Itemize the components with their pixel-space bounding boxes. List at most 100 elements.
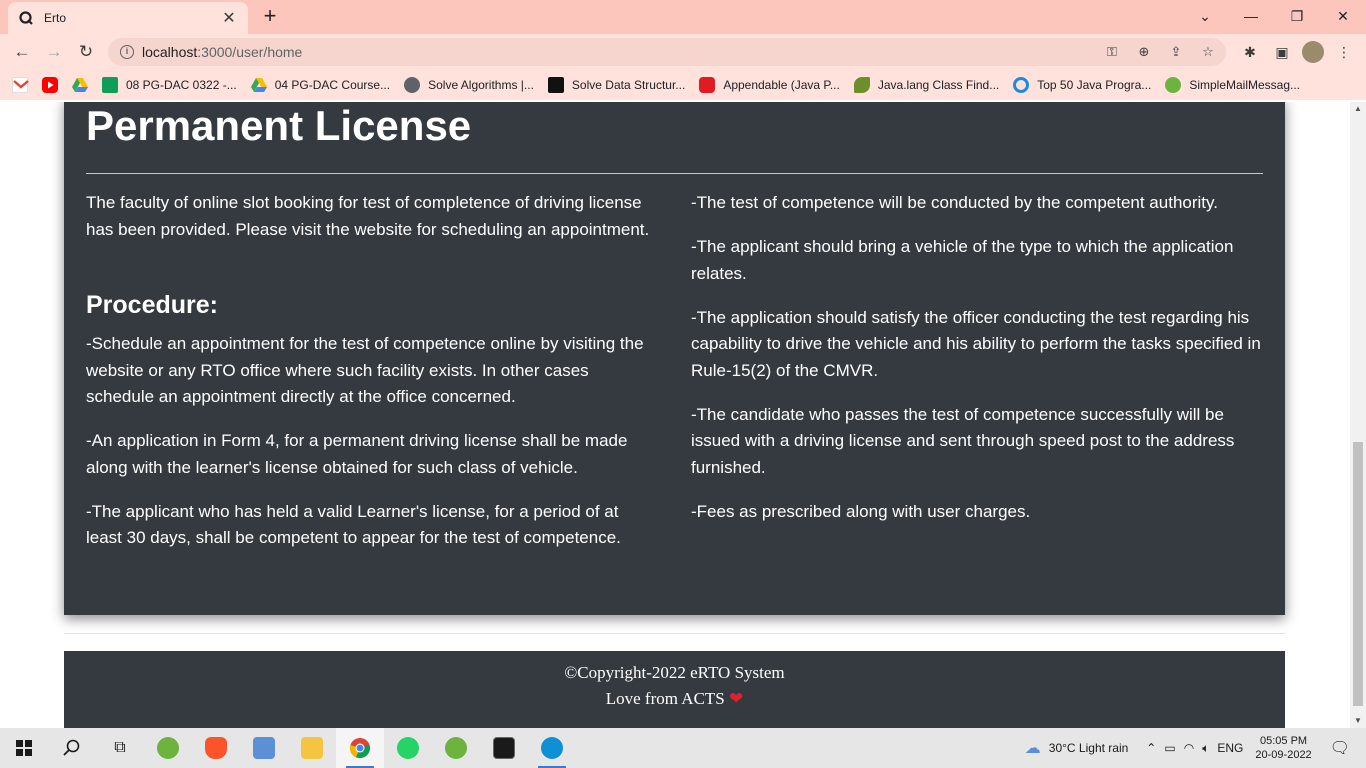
footer-love-line: Love from ACTS ❤ (64, 689, 1285, 709)
procedure-heading: Procedure: (86, 291, 218, 319)
search-icon[interactable] (48, 728, 96, 768)
procedure-step: -The applicant who has held a valid Lear… (86, 501, 621, 548)
key-icon[interactable]: ⚿ (1100, 42, 1124, 62)
profile-avatar[interactable] (1302, 41, 1324, 63)
procedure-step: -The test of competence will be conducte… (691, 193, 1218, 212)
windows-logo-icon (16, 740, 32, 756)
address-bar[interactable]: i localhost:3000/user/home ⚿ ⊕ ⇪ ☆ (108, 38, 1226, 66)
bookmark-item[interactable]: Solve Data Structur... (547, 77, 686, 93)
left-column: The faculty of online slot booking for t… (86, 190, 656, 569)
google-drive-icon[interactable] (72, 77, 88, 93)
bird-icon (853, 77, 870, 93)
browser-toolbar: ← → ↻ i localhost:3000/user/home ⚿ ⊕ ⇪ ☆… (0, 34, 1366, 70)
bookmarks-bar: 08 PG-DAC 0322 -... 04 PG-DAC Course... … (0, 70, 1366, 100)
clock[interactable]: 05:05 PM 20-09-2022 (1255, 734, 1311, 762)
restore-button[interactable]: ❐ (1274, 0, 1320, 32)
minimize-button[interactable]: — (1228, 0, 1274, 32)
bookmark-item[interactable]: Solve Algorithms |... (404, 77, 534, 93)
url-text[interactable]: localhost:3000/user/home (142, 44, 302, 60)
edge-icon[interactable] (528, 728, 576, 768)
kebab-menu-icon[interactable]: ⋮ (1332, 40, 1356, 64)
scrollbar-thumb[interactable] (1353, 442, 1363, 706)
chrome-icon[interactable] (336, 728, 384, 768)
bookmark-label: Java.lang Class Find... (877, 78, 1000, 92)
url-path: :3000/user/home (197, 44, 303, 60)
back-arrow-icon[interactable]: ← (10, 40, 34, 64)
heart-icon: ❤ (729, 689, 744, 708)
intro-paragraph: The faculty of online slot booking for t… (86, 193, 650, 239)
scroll-up-arrow-icon[interactable]: ▲ (1350, 102, 1366, 116)
gmail-icon[interactable] (12, 77, 29, 93)
page-title: Permanent License (86, 102, 472, 149)
window-controls: ⌄ — ❐ ✕ (1182, 0, 1366, 34)
forward-arrow-icon[interactable]: → (42, 40, 66, 64)
title-divider (86, 173, 1263, 174)
oracle-icon (699, 77, 716, 93)
bookmark-star-icon[interactable]: ☆ (1196, 42, 1220, 62)
extensions-puzzle-icon[interactable]: ✱ (1238, 40, 1262, 64)
hackerrank-icon (547, 77, 564, 93)
whatsapp-icon[interactable] (384, 728, 432, 768)
procedure-step: -Fees as prescribed along with user char… (691, 501, 1031, 521)
bookmark-label: 08 PG-DAC 0322 -... (126, 78, 237, 92)
bookmark-item[interactable]: 04 PG-DAC Course... (250, 77, 391, 93)
love-text: Love from ACTS (605, 689, 725, 708)
brave-browser-icon[interactable] (192, 728, 240, 768)
new-tab-button[interactable]: + (258, 5, 282, 29)
laptop-app-icon[interactable] (240, 728, 288, 768)
vertical-scrollbar[interactable]: ▲ ▼ (1350, 102, 1366, 728)
notifications-icon[interactable]: 🗨︎ (1330, 738, 1350, 758)
bookmark-item[interactable]: SimpleMailMessag... (1165, 77, 1300, 93)
spring-tool-suite-icon[interactable] (432, 728, 480, 768)
terminal-icon[interactable] (480, 728, 528, 768)
bookmark-label: Top 50 Java Progra... (1037, 78, 1152, 92)
page-footer: ©Copyright-2022 eRTO System Love from AC… (64, 651, 1285, 728)
permanent-license-card: Permanent License The faculty of online … (64, 102, 1285, 615)
bookmark-item[interactable]: 08 PG-DAC 0322 -... (102, 77, 237, 93)
volume-icon[interactable]: 🔈︎ (1202, 741, 1209, 756)
tray-overflow-chevron-icon[interactable]: ⌃ (1146, 741, 1156, 755)
browser-tab[interactable]: Erto ✕ (8, 2, 248, 34)
tab-title: Erto (44, 11, 67, 25)
sheets-icon (102, 77, 118, 93)
bookmark-label: Solve Algorithms |... (428, 78, 534, 92)
language-indicator[interactable]: ENG (1217, 741, 1243, 755)
tab-search-chevron-icon[interactable]: ⌄ (1182, 0, 1228, 32)
file-explorer-icon[interactable] (288, 728, 336, 768)
scroll-down-arrow-icon[interactable]: ▼ (1350, 714, 1366, 728)
clock-date: 20-09-2022 (1255, 749, 1312, 761)
wifi-icon[interactable]: ◠ (1184, 741, 1194, 755)
youtube-icon[interactable] (42, 77, 58, 93)
right-column: -The test of competence will be conducte… (691, 190, 1266, 543)
task-view-icon[interactable]: ⧉ (96, 728, 144, 768)
clock-time: 05:05 PM (1260, 735, 1308, 747)
procedure-step: -The applicant should bring a vehicle of… (691, 237, 1234, 283)
footer-divider (64, 633, 1285, 634)
side-panel-icon[interactable]: ▣ (1270, 40, 1294, 64)
procedure-step: -An application in Form 4, for a permane… (86, 431, 628, 477)
start-button[interactable] (0, 728, 48, 768)
weather-text[interactable]: 30°C Light rain (1049, 741, 1129, 755)
procedure-step: -The application should satisfy the offi… (691, 307, 1261, 380)
bookmark-label: 04 PG-DAC Course... (274, 78, 391, 92)
erto-favicon-icon (18, 10, 34, 26)
spring-tool-suite-icon[interactable] (144, 728, 192, 768)
page-viewport: Permanent License The faculty of online … (0, 102, 1350, 728)
toolbar-actions: ✱ ▣ ⋮ (1238, 40, 1356, 64)
bookmark-item[interactable]: Top 50 Java Progra... (1013, 77, 1151, 93)
battery-icon[interactable]: ▭ (1164, 741, 1175, 755)
share-icon[interactable]: ⇪ (1164, 42, 1188, 62)
tab-close-icon[interactable]: ✕ (220, 8, 238, 28)
bookmark-item[interactable]: Java.lang Class Find... (853, 77, 1000, 93)
bookmark-label: Solve Data Structur... (571, 78, 686, 92)
weather-cloud-icon[interactable]: ☁ (1025, 738, 1041, 758)
bookmark-item[interactable]: Appendable (Java P... (699, 77, 840, 93)
reload-icon[interactable]: ↻ (74, 40, 98, 64)
bookmark-label: SimpleMailMessag... (1189, 78, 1301, 92)
tab-strip: Erto ✕ + ⌄ — ❐ ✕ (0, 0, 1366, 34)
bookmark-label: Appendable (Java P... (723, 78, 840, 92)
zoom-icon[interactable]: ⊕ (1132, 42, 1156, 62)
site-info-icon[interactable]: i (120, 45, 134, 59)
procedure-step: -The candidate who passes the test of co… (691, 404, 1235, 477)
close-window-button[interactable]: ✕ (1320, 0, 1366, 32)
